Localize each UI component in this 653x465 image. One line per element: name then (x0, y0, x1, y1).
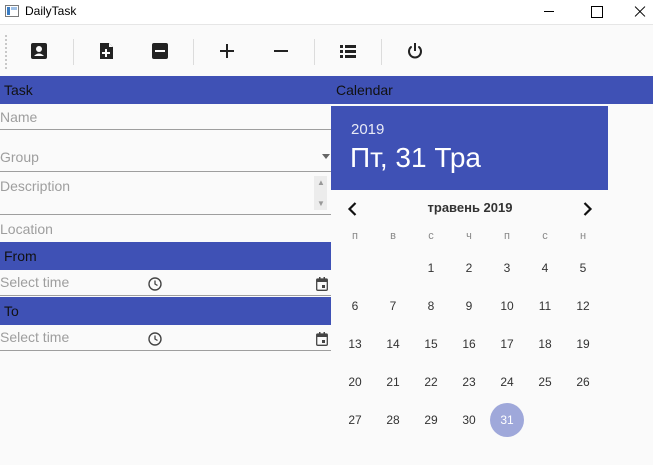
weekday-label: с (542, 230, 548, 242)
calendar-day[interactable]: 24 (490, 365, 524, 399)
calendar-day[interactable]: 10 (490, 289, 524, 323)
calendar-icon[interactable] (316, 332, 328, 346)
calendar-day[interactable]: 25 (528, 365, 562, 399)
from-date-picker[interactable] (170, 272, 331, 296)
calendar-day[interactable]: 9 (452, 289, 486, 323)
name-field[interactable]: Name (0, 104, 331, 130)
group-combobox[interactable]: Group (0, 142, 331, 172)
to-time-placeholder: Select time (0, 329, 70, 345)
toolbar-separator (73, 39, 74, 65)
calendar-icon[interactable] (316, 277, 328, 291)
task-header: Task (0, 76, 331, 104)
app-icon (5, 5, 19, 17)
from-header: From (0, 242, 331, 270)
scroll-down-icon[interactable]: ▼ (317, 199, 325, 208)
calendar-day[interactable]: 19 (566, 327, 600, 361)
add-note-icon (100, 43, 113, 59)
window-title: DailyTask (25, 4, 77, 18)
toolbar-separator (314, 39, 315, 65)
calendar-day[interactable]: 3 (490, 251, 524, 285)
power-icon (408, 43, 422, 59)
calendar-day[interactable]: 30 (452, 403, 486, 437)
calendar-day[interactable]: 7 (376, 289, 410, 323)
calendar-day[interactable]: 20 (338, 365, 372, 399)
calendar-day[interactable]: 1 (414, 251, 448, 285)
name-label: Name (0, 109, 38, 125)
calendar-day[interactable]: 6 (338, 289, 372, 323)
weekday-label: н (579, 230, 587, 242)
plus-button[interactable] (215, 39, 239, 63)
calendar-day[interactable]: 8 (414, 289, 448, 323)
calendar-day[interactable]: 18 (528, 327, 562, 361)
weekday-label: п (352, 230, 358, 242)
toolbar-separator (381, 39, 382, 65)
calendar-day[interactable]: 23 (452, 365, 486, 399)
calendar-day[interactable]: 16 (452, 327, 486, 361)
calendar-day[interactable]: 11 (528, 289, 562, 323)
calendar-day-selected[interactable]: 31 (490, 403, 524, 437)
calendar-day[interactable]: 21 (376, 365, 410, 399)
calendar-year[interactable]: 2019 (351, 121, 384, 138)
calendar-day[interactable]: 22 (414, 365, 448, 399)
weekday-label: с (428, 230, 434, 242)
plus-icon (220, 44, 234, 58)
calendar-day[interactable]: 5 (566, 251, 600, 285)
calendar-day[interactable]: 14 (376, 327, 410, 361)
contact-card-icon (31, 43, 47, 59)
calendar-day[interactable]: 29 (414, 403, 448, 437)
power-button[interactable] (403, 39, 427, 63)
scroll-up-icon[interactable]: ▲ (317, 178, 325, 187)
toolbar (0, 27, 653, 75)
calendar-day[interactable]: 28 (376, 403, 410, 437)
list-icon (340, 45, 356, 58)
calendar-day[interactable]: 2 (452, 251, 486, 285)
weekday-label: ч (466, 230, 472, 242)
minus-icon (274, 50, 288, 52)
minus-button[interactable] (269, 39, 293, 63)
calendar-day[interactable]: 15 (414, 327, 448, 361)
from-time-picker[interactable]: Select time (0, 272, 170, 296)
weekday-label: п (504, 230, 510, 242)
weekday-label: в (390, 230, 396, 242)
contact-card-button[interactable] (27, 39, 51, 63)
previous-month-button[interactable] (343, 199, 363, 219)
chevron-left-icon (347, 202, 357, 216)
description-field[interactable]: Description ▲ ▼ (0, 172, 331, 215)
calendar-month-label: травень 2019 (427, 200, 513, 215)
group-label: Group (0, 149, 39, 165)
description-label: Description (0, 178, 71, 194)
to-time-picker[interactable]: Select time (0, 327, 170, 351)
add-note-button[interactable] (94, 39, 118, 63)
calendar-day[interactable]: 17 (490, 327, 524, 361)
calendar-date-header: 2019 Пт, 31 Тра (331, 106, 608, 190)
description-scrollbar[interactable]: ▲ ▼ (314, 176, 327, 210)
toolbar-separator (193, 39, 194, 65)
title-bar: DailyTask (0, 0, 653, 25)
to-header: To (0, 297, 331, 325)
calendar-header: Calendar (331, 76, 653, 104)
calendar-day[interactable]: 12 (566, 289, 600, 323)
toolbar-grip[interactable] (5, 35, 7, 69)
calendar-day[interactable]: 13 (338, 327, 372, 361)
chevron-right-icon (583, 202, 593, 216)
remove-box-icon (152, 43, 168, 59)
calendar-day[interactable]: 26 (566, 365, 600, 399)
clock-icon[interactable] (148, 277, 162, 291)
calendar-selected-date[interactable]: Пт, 31 Тра (350, 142, 481, 174)
list-button[interactable] (336, 39, 360, 63)
next-month-button[interactable] (577, 199, 597, 219)
to-date-picker[interactable] (170, 327, 331, 351)
minimize-button[interactable] (526, 0, 572, 25)
location-label: Location (0, 221, 53, 237)
calendar-day[interactable]: 4 (528, 251, 562, 285)
calendar-day[interactable]: 27 (338, 403, 372, 437)
dropdown-arrow-icon (322, 154, 330, 159)
from-time-placeholder: Select time (0, 274, 70, 290)
clock-icon[interactable] (148, 332, 162, 346)
close-button[interactable] (607, 0, 653, 25)
location-field[interactable]: Location (0, 215, 331, 241)
remove-button[interactable] (148, 39, 172, 63)
